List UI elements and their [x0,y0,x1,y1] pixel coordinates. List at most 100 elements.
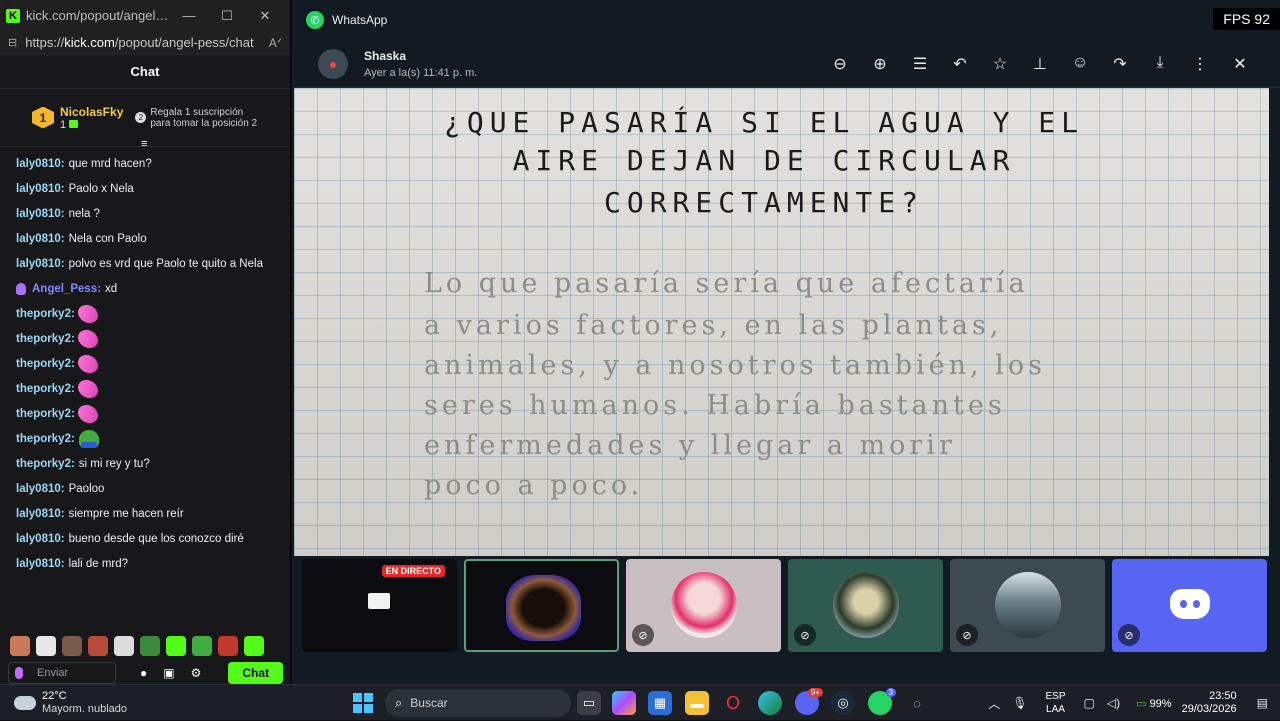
users-icon[interactable]: ● [140,666,147,680]
feather-emote-icon[interactable] [75,375,101,402]
search-icon: ⌕ [395,695,403,710]
steam-icon[interactable]: ◎ [831,691,855,715]
opera-icon[interactable]: O [721,691,745,715]
edge-icon[interactable] [758,691,782,715]
chat-username[interactable]: laly0810: [16,508,65,520]
forward-icon[interactable]: ↷ [1100,54,1140,74]
controller-icon[interactable]: ▣ [163,666,174,680]
feather-emote-icon[interactable] [75,325,101,352]
battery-indicator[interactable]: ▭ 99% [1136,697,1172,710]
store-icon[interactable]: ▦ [648,691,672,715]
participant-tile[interactable]: ⊘ [950,559,1105,652]
more-icon[interactable]: ⋮ [1180,54,1220,74]
chat-username[interactable]: theporky2: [16,408,75,420]
participant-tile-stream[interactable]: EN DIRECTO [302,559,457,652]
chat-username[interactable]: theporky2: [16,433,75,445]
chat-username[interactable]: laly0810: [16,208,65,220]
close-icon[interactable]: ✕ [246,8,284,24]
chat-send-button[interactable]: Chat [228,662,283,684]
sender-name: Shaska [364,48,407,63]
emote-icon[interactable] [244,636,264,656]
chat-username[interactable]: laly0810: [16,233,65,245]
zoom-out-icon[interactable]: ⊖ [820,54,860,74]
emote-icon[interactable] [114,636,134,656]
emote-icon[interactable] [140,636,160,656]
question-line: AIRE DEJAN DE CIRCULAR [512,144,1016,177]
chat-message: laly0810: bueno desde que los conozco dir… [16,526,290,551]
kick-app-icon[interactable]: ◌ [905,691,929,715]
whatsapp-icon[interactable]: 3 [868,688,896,715]
weather-widget[interactable]: 22°C Mayorm. nublado [14,690,314,716]
minimize-icon[interactable]: — [170,8,208,23]
search-placeholder: Buscar [410,696,448,710]
pin-icon[interactable]: ⊥ [1020,54,1060,74]
participant-tile-selected[interactable] [464,559,619,652]
close-icon[interactable]: ✕ [1220,54,1260,74]
feather-emote-icon[interactable] [75,400,101,427]
pepe-emote-icon[interactable] [78,429,99,448]
gift-promo[interactable]: 2 Regala 1 suscripción para tomar la pos… [135,107,265,129]
participant-tile[interactable]: ⊘ [788,559,943,652]
settings-icon[interactable]: ⚙ [191,666,202,680]
chat-username[interactable]: theporky2: [16,333,75,345]
taskbar-search[interactable]: ⌕ Buscar [385,689,571,717]
input-language[interactable]: ESP LAA [1046,690,1066,716]
chat-message: theporky2: [16,426,290,451]
chevron-up-icon[interactable]: ︿ [988,695,1000,712]
emoji-icon[interactable]: ☺ [1060,54,1100,74]
whatsapp-logo-icon: ✆ [306,11,324,29]
notifications-icon[interactable]: ▤ [1257,696,1268,710]
microphone-icon[interactable]: 🎙 [1012,696,1027,710]
network-icon[interactable]: ▢ [1084,696,1095,710]
participant-tile-discord[interactable]: ⊘ [1112,559,1267,652]
chat-username[interactable]: theporky2: [16,308,75,320]
emote-icon[interactable] [88,636,108,656]
chat-username[interactable]: theporky2: [16,358,75,370]
call-participants-strip: EN DIRECTO ⊘ ⊘ ⊘ ⊘ [302,559,1267,652]
chat-username[interactable]: laly0810: [16,183,65,195]
emote-icon[interactable] [62,636,82,656]
chat-username[interactable]: Angel_Pess: [32,283,101,295]
feather-emote-icon[interactable] [75,350,101,377]
copilot-icon[interactable] [612,691,636,715]
reader-mode-icon[interactable]: Aᐟ [269,36,282,50]
start-button[interactable] [353,693,373,713]
zoom-in-icon[interactable]: ⊕ [860,54,900,74]
sender-avatar[interactable]: ● [318,48,348,79]
leader-username[interactable]: NicolasFky [60,105,123,119]
chat-username[interactable]: laly0810: [16,158,65,170]
emote-icon[interactable] [166,636,186,656]
feather-emote-icon[interactable] [75,300,101,327]
chat-username[interactable]: laly0810: [16,533,65,545]
star-icon[interactable]: ☆ [980,54,1020,74]
emote-icon[interactable] [36,636,56,656]
chat-message-text: xd [105,282,118,295]
chat-input[interactable]: Enviar [8,662,116,684]
emote-icon[interactable] [10,636,30,656]
file-explorer-icon[interactable]: ▬ [685,691,709,715]
url-bar[interactable]: ⊟ https://kick.com/popout/angel-pess/cha… [0,31,290,55]
expand-icon[interactable]: ≡ [141,138,147,150]
chat-username[interactable]: laly0810: [16,258,65,270]
chat-username[interactable]: theporky2: [16,458,75,470]
emote-icon[interactable] [192,636,212,656]
volume-icon[interactable]: ◁) [1107,696,1120,710]
task-view-icon[interactable]: ▭ [577,691,601,715]
reply-icon[interactable]: ↶ [940,54,980,74]
site-info-icon[interactable]: ⊟ [8,36,17,49]
emote-icon[interactable] [218,636,238,656]
discord-icon[interactable]: 9+ [795,688,823,715]
pinned-leaderboard[interactable]: 1 NicolasFky 1 2 Regala 1 suscripción pa… [0,89,290,150]
whatsapp-app-title: WhatsApp [332,13,388,27]
system-tray: ︿ 🎙 ESP LAA ▢ ◁) ▭ 99% 23:50 29/03/2026 … [982,685,1280,721]
clock[interactable]: 23:50 29/03/2026 [1182,690,1237,716]
fps-counter: FPS 92 [1213,8,1280,30]
whatsapp-badge: 3 [885,688,896,697]
chat-username[interactable]: laly0810: [16,558,65,570]
chat-username[interactable]: theporky2: [16,383,75,395]
participant-tile[interactable]: ⊘ [626,559,781,652]
caption-icon[interactable]: ☰ [900,54,940,74]
maximize-icon[interactable]: ☐ [208,8,246,24]
download-icon[interactable]: ⤓ [1140,54,1180,74]
chat-username[interactable]: laly0810: [16,483,65,495]
